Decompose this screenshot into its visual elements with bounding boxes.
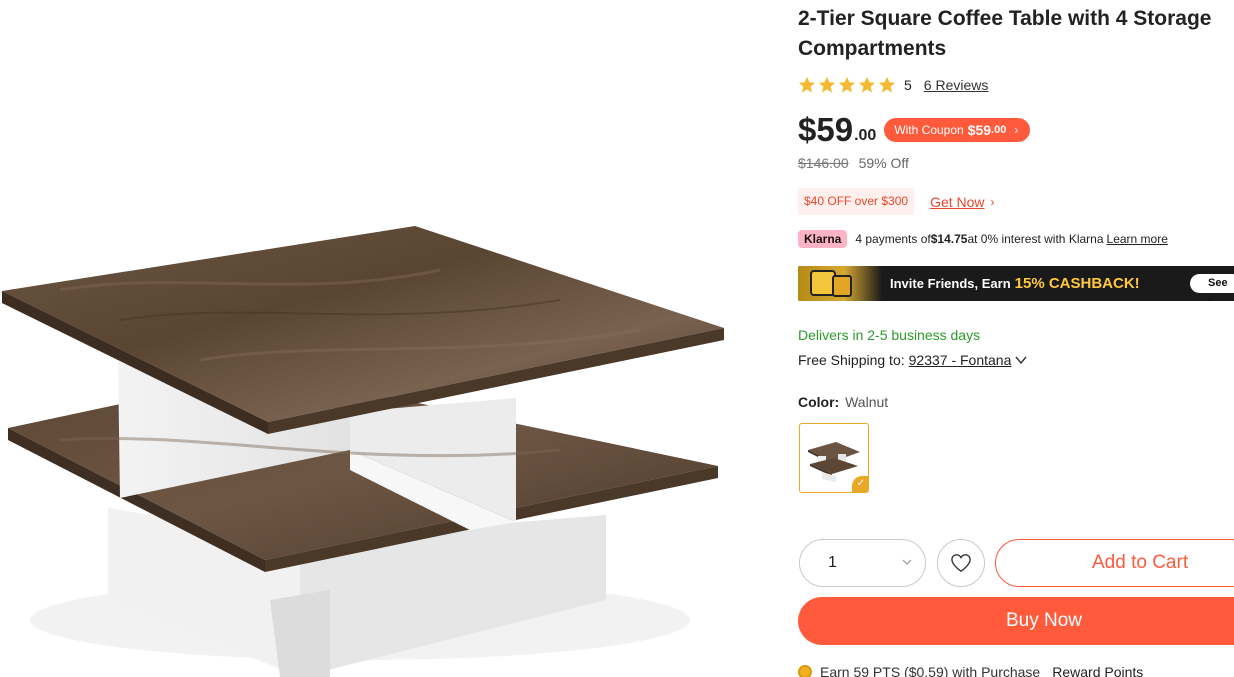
shipping-label: Free Shipping to: [798,352,905,368]
klarna-learn-more-link[interactable]: Learn more [1107,232,1168,246]
star-icon [818,76,836,93]
klarna-row: Klarna 4 payments of $14.75 at 0% intere… [798,229,1168,249]
product-title: 2-Tier Square Coffee Table with 4 Storag… [798,7,1212,60]
points-text: Earn 59 PTS ($0.59) with Purchase [820,664,1041,677]
product-info-panel: 2-Tier Square Coffee Table with 4 Storag… [798,0,1234,677]
wishlist-button[interactable] [937,539,985,587]
cashback-banner[interactable]: Invite Friends, Earn 15% CASHBACK! See I [798,266,1234,301]
klarna-text-suffix: at 0% interest with Klarna [967,232,1104,246]
star-icon [878,76,896,93]
chevron-down-icon[interactable] [1015,354,1027,366]
original-price-row: $146.00 59% Off [798,155,909,171]
rating-value: 5 [904,77,912,93]
star-icon [858,76,876,93]
color-swatch-walnut[interactable]: ✓ [799,423,869,493]
chevron-down-icon [902,559,912,565]
heart-icon [951,554,971,572]
price-dollars: $59 [798,111,854,148]
color-label: Color: [798,394,840,410]
coin-icon [798,665,812,677]
promo-tag: $40 OFF over $300 [798,188,915,215]
reward-points-link[interactable]: Reward Points [1052,664,1143,677]
star-rating [798,76,896,94]
current-price: $59 .00 [798,112,876,148]
delivery-estimate: Delivers in 2-5 business days [798,327,981,343]
coupon-cents: .00 [991,124,1007,136]
star-icon [838,76,856,93]
original-price: $146.00 [798,155,849,171]
shopping-bag-icon [798,266,882,301]
reviews-link[interactable]: 6 Reviews [924,77,989,93]
coupon-label: With Coupon [894,123,964,137]
zip-location-link[interactable]: 92337 - Fontana [909,352,1012,368]
klarna-logo: Klarna [798,230,848,248]
coffee-table-illustration [2,226,724,677]
chevron-right-icon: › [1014,123,1019,137]
promo-row: $40 OFF over $300 Get Now › [798,188,995,215]
price-row: $59 .00 With Coupon $59 .00 › [798,112,1031,148]
coupon-badge[interactable]: With Coupon $59 .00 › [884,118,1031,142]
cashback-text: Invite Friends, Earn [890,276,1011,291]
reward-points-row: Earn 59 PTS ($0.59) with Purchase Reward… [798,664,1143,677]
coupon-price: $59 [967,122,992,138]
klarna-amount: $14.75 [930,232,968,246]
get-now-link[interactable]: Get Now [930,194,984,210]
product-image[interactable] [0,0,760,677]
cashback-see-button[interactable]: See I [1190,274,1234,301]
quantity-value: 1 [828,554,837,571]
color-row: Color: Walnut [798,394,888,410]
discount-percent: 59% Off [858,155,909,171]
quantity-select[interactable]: 1 [799,539,926,587]
cashback-highlight: 15% CASHBACK! [1014,275,1140,292]
color-value: Walnut [845,394,889,410]
chevron-right-icon: › [990,194,995,209]
klarna-text-prefix: 4 payments of [855,232,931,246]
check-icon: ✓ [852,476,868,492]
add-to-cart-button[interactable]: Add to Cart [995,539,1234,587]
buy-now-button[interactable]: Buy Now [798,597,1234,645]
shipping-row: Free Shipping to: 92337 - Fontana [798,352,1027,368]
rating-row: 5 6 Reviews [798,74,988,96]
star-icon [798,76,816,93]
price-cents: .00 [854,127,877,144]
